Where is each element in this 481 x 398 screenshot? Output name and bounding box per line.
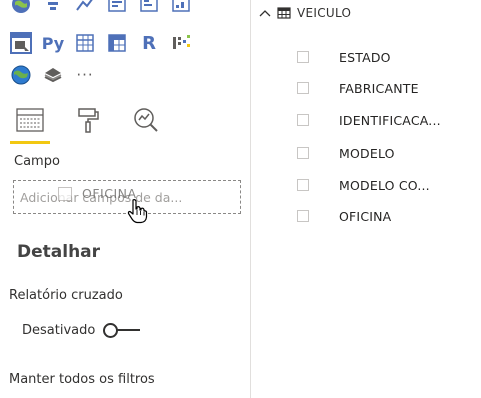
more-visuals-label: ···	[76, 66, 94, 84]
fields-tab[interactable]	[8, 104, 52, 144]
cross-report-toggle-row: Desativado	[22, 322, 143, 338]
r-visual-icon[interactable]: R	[136, 30, 162, 56]
funnel-icon[interactable]	[40, 0, 66, 17]
field-label: FABRICANTE	[339, 80, 419, 96]
python-label: Py	[41, 33, 65, 53]
viz-row-1	[8, 0, 194, 17]
drag-ghost-checkbox	[58, 186, 72, 201]
field-row-oficina[interactable]: OFICINA	[297, 206, 391, 226]
hand-cursor-icon	[126, 198, 148, 228]
field-checkbox[interactable]	[297, 210, 309, 222]
field-checkbox[interactable]	[297, 147, 309, 159]
fields-pane: VEICULO ESTADO FABRICANTE IDENTIFICACA..…	[251, 0, 481, 398]
field-label: ESTADO	[339, 49, 391, 65]
key-influencers-icon[interactable]	[72, 0, 98, 17]
slicer-icon[interactable]	[8, 30, 34, 56]
fields-icon	[16, 108, 44, 132]
table-name: VEICULO	[297, 6, 352, 20]
field-label: IDENTIFICACA...	[339, 112, 441, 128]
cross-report-toggle[interactable]	[103, 322, 143, 338]
field-checkbox[interactable]	[297, 82, 309, 94]
visualizations-pane: Py R ··· Campo Adicionar campos de da...…	[0, 0, 250, 398]
kpi-icon[interactable]	[168, 0, 194, 17]
card-icon[interactable]	[104, 0, 130, 17]
keep-filters-label: Manter todos os filtros	[9, 372, 155, 387]
decomposition-tree-icon[interactable]	[168, 30, 194, 56]
more-visuals-icon[interactable]: ···	[72, 62, 98, 88]
magnifier-chart-icon	[134, 108, 158, 132]
cross-report-label: Relatório cruzado	[9, 288, 123, 303]
field-checkbox[interactable]	[297, 114, 309, 126]
field-checkbox[interactable]	[297, 51, 309, 63]
analytics-tab[interactable]	[124, 104, 168, 136]
paint-roller-icon	[78, 108, 99, 133]
viz-row-3: ···	[8, 62, 98, 88]
field-row-fabricante[interactable]: FABRICANTE	[297, 78, 419, 98]
matrix-icon[interactable]	[104, 30, 130, 56]
toggle-state-label: Desativado	[22, 322, 96, 338]
toggle-track	[116, 329, 141, 331]
field-row-modelo[interactable]: MODELO	[297, 143, 395, 163]
arcgis-map-icon[interactable]	[8, 62, 34, 88]
drillthrough-title: Detalhar	[17, 242, 101, 262]
drag-ghost-item: OFICINA	[58, 186, 137, 201]
viz-row-2: Py R	[8, 30, 194, 56]
field-well-label: Campo	[14, 154, 60, 169]
python-visual-icon[interactable]: Py	[40, 30, 66, 56]
field-label: MODELO	[339, 145, 395, 161]
format-tab[interactable]	[66, 104, 110, 136]
table-icon[interactable]	[72, 30, 98, 56]
map-icon[interactable]	[8, 0, 34, 17]
field-checkbox[interactable]	[297, 179, 309, 191]
field-row-estado[interactable]: ESTADO	[297, 47, 391, 67]
r-label: R	[142, 32, 156, 54]
table-header-veiculo[interactable]: VEICULO	[259, 6, 351, 20]
chevron-up-icon[interactable]	[259, 8, 271, 18]
multirow-card-icon[interactable]	[136, 0, 162, 17]
pane-tabs	[8, 104, 168, 144]
shape-map-icon[interactable]	[40, 62, 66, 88]
field-row-identificacao[interactable]: IDENTIFICACA...	[297, 110, 441, 130]
table-icon	[277, 7, 291, 19]
field-label: MODELO CO...	[339, 177, 430, 193]
field-row-modelo-co[interactable]: MODELO CO...	[297, 175, 430, 195]
field-label: OFICINA	[339, 208, 392, 224]
